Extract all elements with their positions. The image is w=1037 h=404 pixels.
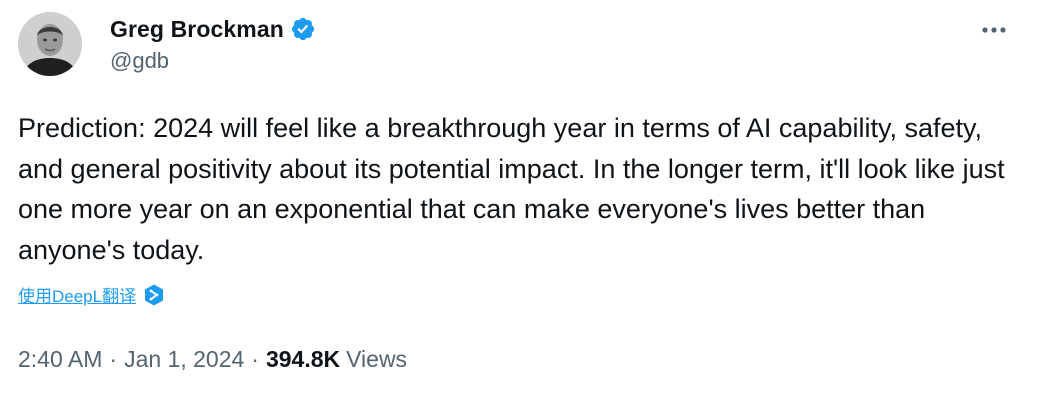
tweet-time[interactable]: 2:40 AM (18, 346, 102, 373)
more-horizontal-icon (982, 27, 1006, 33)
translate-row: 使用DeepL翻译 (18, 282, 166, 307)
display-name[interactable]: Greg Brockman (110, 16, 284, 43)
author-block: Greg Brockman @gdb (110, 14, 316, 74)
translate-link[interactable]: 使用DeepL翻译 (18, 282, 136, 307)
tweet-meta: 2:40 AM · Jan 1, 2024 · 394.8K Views (18, 346, 407, 373)
meta-separator: · (109, 346, 118, 372)
verified-badge-icon[interactable] (290, 16, 316, 42)
deepl-icon[interactable] (142, 283, 166, 307)
views-count[interactable]: 394.8K (266, 346, 340, 373)
avatar[interactable] (18, 12, 82, 76)
handle[interactable]: @gdb (110, 48, 316, 74)
more-options-button[interactable] (976, 16, 1012, 44)
tweet-card: Greg Brockman @gdb Prediction: 2024 will… (0, 0, 1037, 404)
meta-separator: · (251, 346, 259, 372)
tweet-text: Prediction: 2024 will feel like a breakt… (18, 113, 1005, 265)
views-label: Views (346, 346, 408, 372)
avatar-photo-icon (18, 12, 82, 76)
name-row: Greg Brockman (110, 14, 316, 44)
tweet-date[interactable]: Jan 1, 2024 (124, 346, 244, 373)
